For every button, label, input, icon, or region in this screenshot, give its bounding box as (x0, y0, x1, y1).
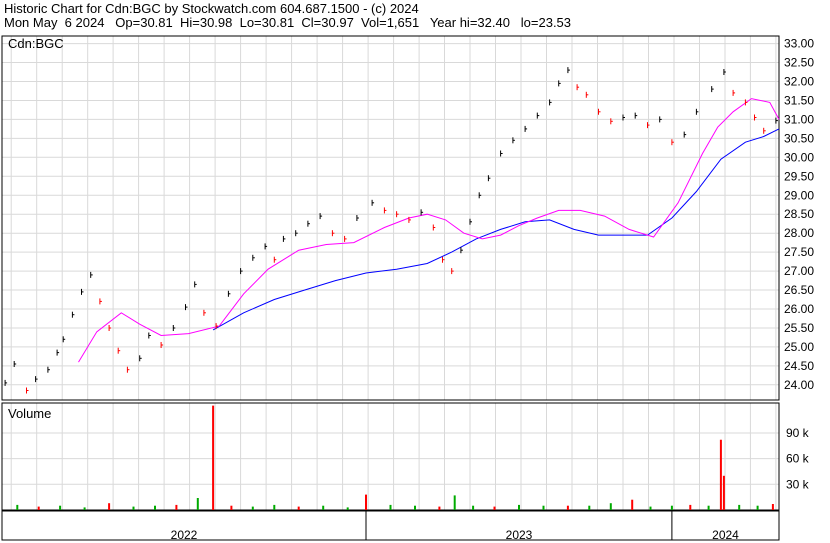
price-tick-label: 26.00 (784, 302, 814, 316)
price-tick-label: 30.00 (784, 150, 814, 164)
price-tick-label: 33.00 (784, 37, 814, 51)
ma-long-line (212, 128, 780, 331)
price-tick-label: 24.50 (784, 359, 814, 373)
symbol-label: Cdn:BGC (8, 36, 64, 51)
price-tick-label: 27.50 (784, 245, 814, 259)
volume-tick-label: 90 k (786, 426, 810, 440)
volume-tick-label: 60 k (786, 452, 810, 466)
year-label: 2022 (171, 528, 198, 542)
volume-tick-label: 30 k (786, 477, 810, 491)
price-tick-label: 29.00 (784, 188, 814, 202)
year-label: 2023 (506, 528, 533, 542)
grid (2, 36, 779, 510)
price-tick-label: 25.00 (784, 340, 814, 354)
price-tick-label: 26.50 (784, 283, 814, 297)
price-tick-label: 29.50 (784, 169, 814, 183)
price-tick-label: 32.50 (784, 56, 814, 70)
price-tick-label: 24.00 (784, 378, 814, 392)
price-tick-label: 30.50 (784, 131, 814, 145)
price-tick-label: 32.00 (784, 75, 814, 89)
price-tick-label: 28.00 (784, 226, 814, 240)
volume-bars (16, 405, 774, 510)
time-axis-panel (1, 510, 780, 541)
price-tick-label: 31.00 (784, 112, 814, 126)
price-marks (4, 67, 778, 394)
stock-chart: Cdn:BGC Volume 33.00 32.50 32.00 31.50 31.00… (1, 35, 815, 542)
volume-label: Volume (8, 406, 51, 421)
price-tick-label: 25.50 (784, 321, 814, 335)
axis-ticks: 33.00 32.50 32.00 31.50 31.00 30.50 30.00 29.50… (171, 37, 815, 542)
price-tick-label: 28.50 (784, 207, 814, 221)
volume-panel (1, 402, 780, 511)
price-panel (1, 35, 780, 401)
price-tick-label: 27.00 (784, 264, 814, 278)
price-tick-label: 31.50 (784, 94, 814, 108)
year-label: 2024 (712, 528, 739, 542)
